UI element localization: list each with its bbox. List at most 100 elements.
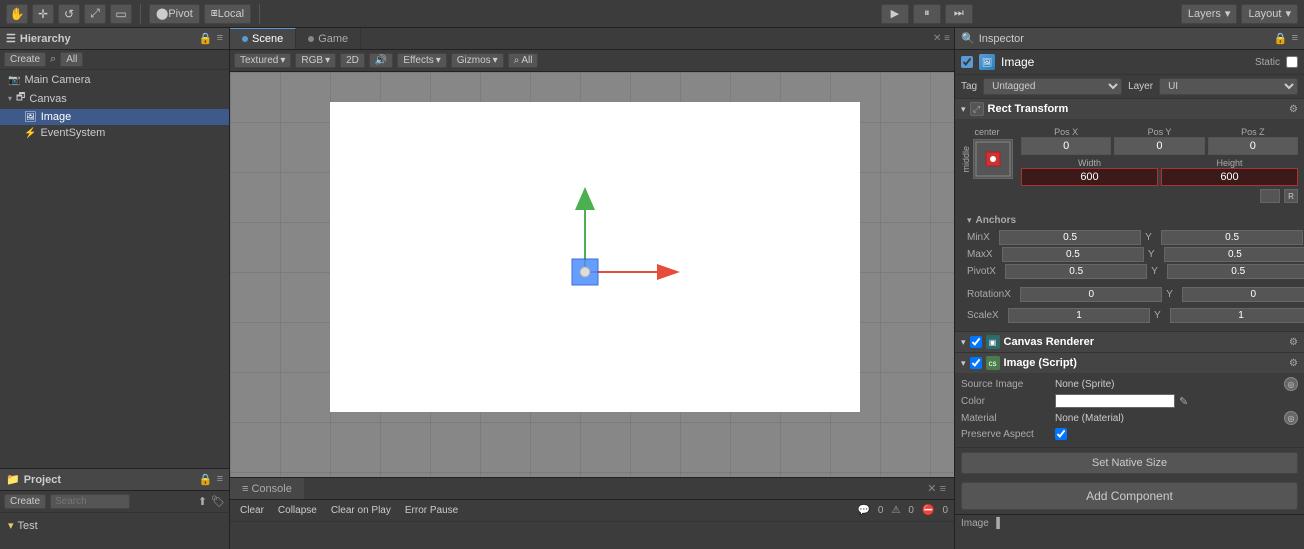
console-error-pause-btn[interactable]: Error Pause: [401, 504, 462, 517]
console-status: 💬 0 ⚠ 0 ⛔ 0: [857, 505, 948, 516]
preserve-aspect-checkbox[interactable]: [1055, 428, 1067, 440]
canvas-renderer-header[interactable]: ▾ ▣ Canvas Renderer ⚙: [955, 332, 1304, 352]
height-input[interactable]: [1161, 168, 1298, 186]
effects-dropdown[interactable]: Effects ▾: [397, 53, 446, 68]
hierarchy-item-eventsystem[interactable]: ⚡ EventSystem: [0, 125, 229, 141]
anchor-max-x-input[interactable]: [1002, 247, 1144, 262]
scale-tool-btn[interactable]: ⤢: [84, 4, 106, 24]
image-script-gear-icon[interactable]: ⚙: [1289, 358, 1298, 369]
twod-btn[interactable]: 2D: [340, 53, 365, 68]
static-checkbox[interactable]: [1286, 56, 1298, 68]
project-header-icons: 🔒 ≡: [199, 473, 223, 486]
hierarchy-item-canvas[interactable]: ▾ 🗗 Canvas: [0, 88, 229, 109]
hierarchy-items: 📷 Main Camera ▾ 🗗 Canvas 🖼 Image ⚡ Event…: [0, 70, 229, 468]
rot-y-input[interactable]: [1182, 287, 1304, 302]
anchor-min-y-input[interactable]: [1161, 230, 1303, 245]
canvas-label: Canvas: [29, 93, 66, 105]
hierarchy-all-btn[interactable]: All: [60, 52, 83, 67]
image-script-enabled-checkbox[interactable]: [970, 357, 982, 369]
hierarchy-item-main-camera[interactable]: 📷 Main Camera: [0, 72, 229, 88]
move-tool-btn[interactable]: ✛: [32, 4, 54, 24]
pause-btn[interactable]: ⏸: [913, 4, 941, 24]
console-clear-on-play-btn[interactable]: Clear on Play: [327, 504, 395, 517]
anchor-max-y-input[interactable]: [1164, 247, 1304, 262]
pivot-btn[interactable]: ⬤ Pivot: [149, 4, 200, 24]
hierarchy-title: ☰ Hierarchy: [6, 32, 71, 45]
color-swatch[interactable]: [1055, 394, 1175, 408]
rotation-label: Rotation: [967, 289, 1004, 300]
scale-x-label: X: [992, 310, 1006, 321]
anchors-header[interactable]: ▾ Anchors: [967, 215, 1292, 226]
pos-y-input[interactable]: [1114, 137, 1204, 155]
hand-tool-btn[interactable]: ✋: [6, 4, 28, 24]
set-native-size-btn[interactable]: Set Native Size: [961, 452, 1298, 474]
source-image-picker-btn[interactable]: ◎: [1284, 377, 1298, 391]
anchor-box-diagram[interactable]: [973, 139, 1013, 179]
game-tab[interactable]: Game: [296, 28, 361, 49]
hierarchy-item-image[interactable]: 🖼 Image: [0, 109, 229, 125]
scale-y-field: Y: [1154, 308, 1304, 323]
eventsystem-icon: ⚡: [24, 128, 36, 139]
image-script-title: Image (Script): [1004, 357, 1077, 369]
pivot-field-label: Pivot: [967, 266, 989, 277]
gizmos-dropdown[interactable]: Gizmos ▾: [451, 53, 504, 68]
left-panel: ☰ Hierarchy 🔒 ≡ Create ⌕ All 📷 Main Came…: [0, 28, 230, 549]
pencil-icon[interactable]: ✎: [1179, 395, 1188, 408]
scale-y-input[interactable]: [1170, 308, 1304, 323]
pivot-icon: ⬤: [156, 7, 168, 20]
pos-z-input[interactable]: [1208, 137, 1298, 155]
inspector-label: Inspector: [979, 33, 1024, 45]
preserve-aspect-row: Preserve Aspect: [961, 428, 1298, 440]
warn-icon: ⚠: [891, 505, 900, 516]
rect-transform-gear-icon[interactable]: ⚙: [1289, 104, 1298, 115]
pos-x-input[interactable]: [1021, 137, 1111, 155]
scale-x-input[interactable]: [1008, 308, 1150, 323]
tag-dropdown[interactable]: Untagged: [983, 78, 1122, 95]
local-btn[interactable]: ⧆ Local: [204, 4, 251, 24]
anchor-max-x-field: X: [986, 247, 1144, 262]
project-search-input[interactable]: [50, 494, 130, 509]
hierarchy-create-btn[interactable]: Create: [4, 52, 46, 67]
layout-dropdown[interactable]: Layout ▾: [1241, 4, 1298, 24]
project-icon2: 🏷: [211, 495, 225, 508]
rect-tool-btn[interactable]: ▭: [110, 4, 132, 24]
canvas-renderer-gear-icon[interactable]: ⚙: [1289, 337, 1298, 348]
material-picker-btn[interactable]: ◎: [1284, 411, 1298, 425]
pivot-label: Pivot: [168, 8, 192, 20]
play-btn[interactable]: ▶: [881, 4, 909, 24]
textured-dropdown[interactable]: Textured ▾: [234, 53, 291, 68]
scene-tab[interactable]: Scene: [230, 28, 296, 49]
scene-search[interactable]: ⌕ All: [508, 53, 539, 68]
scene-all-label: All: [521, 55, 532, 66]
audio-btn[interactable]: 🔊: [369, 53, 393, 68]
add-component-btn[interactable]: Add Component: [961, 482, 1298, 510]
pivot-y-input[interactable]: [1167, 264, 1304, 279]
image-script-header[interactable]: ▾ cs Image (Script) ⚙: [955, 353, 1304, 373]
viewport[interactable]: [230, 72, 954, 477]
scale-y-label: Y: [1154, 310, 1168, 321]
width-input[interactable]: [1021, 168, 1158, 186]
console-tab[interactable]: ≡ Console: [230, 478, 304, 499]
anchor-min-x-input[interactable]: [999, 230, 1141, 245]
canvas-renderer-icon: ▣: [986, 335, 1000, 349]
rot-x-input[interactable]: [1020, 287, 1162, 302]
inspector-header-icons: 🔒 ≡: [1274, 32, 1298, 45]
rt-r-btn[interactable]: R: [1284, 189, 1298, 203]
inspector-title: 🔍 Inspector: [961, 32, 1024, 45]
console-content: [230, 522, 954, 549]
rt-blueprint-btn[interactable]: [1260, 189, 1280, 203]
console-clear-btn[interactable]: Clear: [236, 504, 268, 517]
rt-main-fields: Pos X Pos Y Pos Z: [1021, 127, 1298, 207]
console-collapse-btn[interactable]: Collapse: [274, 504, 321, 517]
canvas-renderer-enabled-checkbox[interactable]: [970, 336, 982, 348]
layers-dropdown[interactable]: Layers ▾: [1181, 4, 1238, 24]
rect-transform-header[interactable]: ▾ ⤢ Rect Transform ⚙: [955, 99, 1304, 119]
object-enabled-checkbox[interactable]: [961, 56, 973, 68]
rgb-dropdown[interactable]: RGB ▾: [295, 53, 336, 68]
project-create-btn[interactable]: Create: [4, 494, 46, 509]
step-btn[interactable]: ⏭: [945, 4, 973, 24]
project-item-test[interactable]: ▾ Test: [8, 517, 221, 534]
rotate-tool-btn[interactable]: ↺: [58, 4, 80, 24]
layer-dropdown[interactable]: UI: [1159, 78, 1298, 95]
pivot-x-input[interactable]: [1005, 264, 1147, 279]
